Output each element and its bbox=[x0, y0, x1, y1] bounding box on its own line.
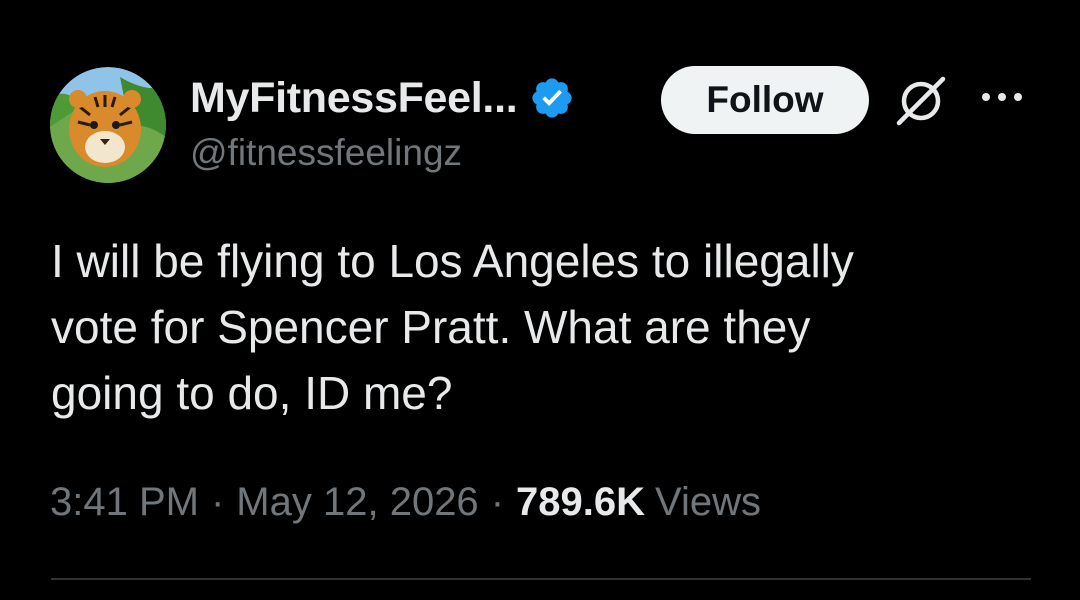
divider bbox=[51, 578, 1031, 580]
tweet-time[interactable]: 3:41 PM bbox=[50, 480, 199, 525]
tweet-text: I will be flying to Los Angeles to illeg… bbox=[51, 235, 854, 419]
follow-button[interactable]: Follow bbox=[661, 66, 869, 134]
avatar[interactable] bbox=[50, 67, 166, 183]
meta-separator: · bbox=[490, 479, 505, 524]
views-label[interactable]: Views bbox=[655, 480, 761, 525]
verified-badge-icon bbox=[532, 78, 573, 118]
grok-icon[interactable] bbox=[893, 73, 949, 129]
tweet-date[interactable]: May 12, 2026 bbox=[236, 480, 478, 525]
more-options-icon[interactable] bbox=[978, 87, 1026, 107]
tweet-meta: 3:41 PM · May 12, 2026 · 789.6K Views bbox=[50, 474, 761, 530]
author-display-name[interactable]: MyFitnessFeel... bbox=[190, 74, 518, 123]
views-count[interactable]: 789.6K bbox=[516, 480, 645, 525]
meta-separator: · bbox=[210, 479, 225, 524]
author-handle[interactable]: @fitnessfeelingz bbox=[190, 132, 462, 174]
author-name-row: MyFitnessFeel... bbox=[190, 68, 575, 128]
